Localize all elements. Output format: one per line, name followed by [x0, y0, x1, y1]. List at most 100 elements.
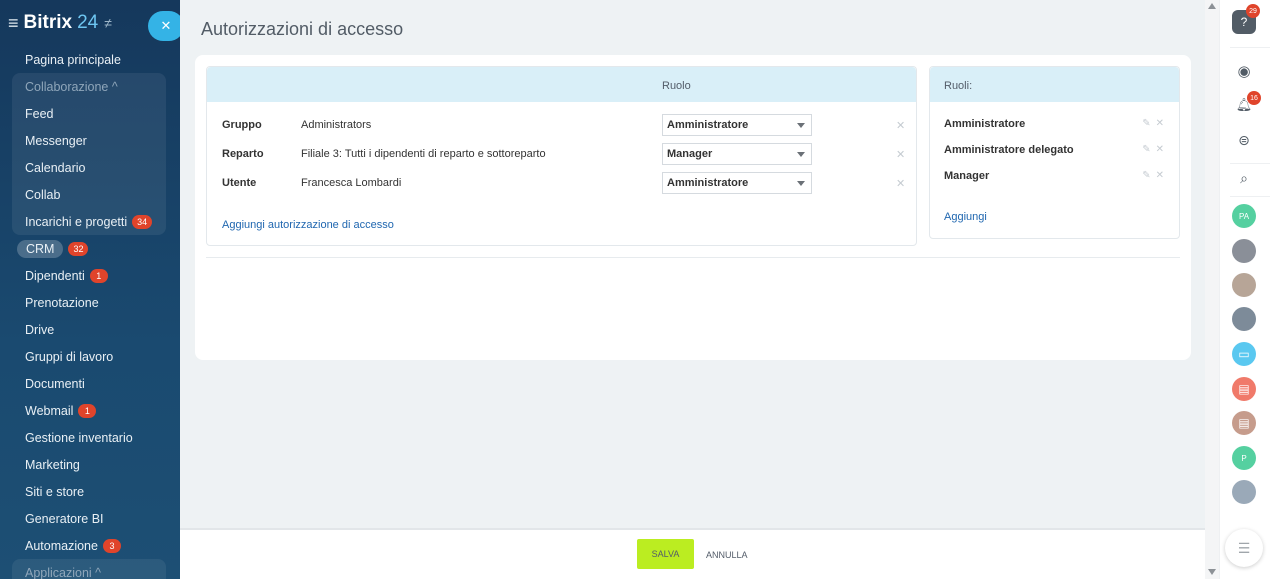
logo-version[interactable]: 24 — [77, 12, 98, 34]
role-select-value: Amministratore — [667, 119, 749, 131]
sidebar-item-automation[interactable]: Automazione 3 — [0, 532, 180, 559]
sidebar-item-home[interactable]: Pagina principale — [0, 46, 180, 73]
role-item[interactable]: Amministratore delegato ✎✕ — [944, 144, 1169, 156]
copilot-icon[interactable]: ◉ — [1232, 59, 1256, 83]
permission-subject: Filiale 3: Tutti i dipendenti di reparto… — [301, 148, 546, 160]
logo-name[interactable]: Bitrix — [24, 12, 73, 34]
search-icon[interactable]: ⌕ — [1232, 166, 1256, 190]
sidebar-item-label: Dipendenti — [25, 268, 85, 283]
permission-row: Utente Francesca Lombardi Amministratore… — [222, 172, 912, 194]
add-role-link[interactable]: Aggiungi — [944, 211, 987, 223]
save-button[interactable]: SALVA — [637, 539, 694, 569]
sidebar-item-label: Generatore BI — [25, 511, 104, 526]
close-sidebar-button[interactable]: ✕ — [148, 11, 180, 41]
page-scrollbar[interactable] — [1205, 0, 1219, 579]
employees-badge: 1 — [89, 268, 108, 283]
edit-delete-icons[interactable]: ✎✕ — [1142, 118, 1169, 129]
role-select-value: Amministratore — [667, 177, 749, 189]
sidebar-item-collab[interactable]: Collab — [12, 181, 166, 208]
left-sidebar: ≡ Bitrix 24 ≠ ✕ Pagina principale Collab… — [0, 0, 180, 579]
sidebar-item-bi[interactable]: Generatore BI — [0, 505, 180, 532]
sidebar-item-webmail[interactable]: Webmail 1 — [0, 397, 180, 424]
chevron-down-icon — [797, 152, 805, 157]
role-item[interactable]: Amministratore ✎✕ — [944, 118, 1169, 130]
avatar-group-icon[interactable] — [1232, 239, 1256, 263]
edit-delete-icons[interactable]: ✎✕ — [1142, 170, 1169, 181]
sidebar-item-feed[interactable]: Feed — [12, 100, 166, 127]
remove-row-icon[interactable]: ✕ — [896, 148, 905, 161]
avatar-user-icon[interactable] — [1232, 480, 1256, 504]
role-select[interactable]: Amministratore — [662, 172, 812, 194]
sidebar-item-label: Webmail — [25, 403, 74, 418]
sidebar-item-workgroups[interactable]: Gruppi di lavoro — [0, 343, 180, 370]
remove-row-icon[interactable]: ✕ — [896, 177, 905, 190]
separator — [1230, 47, 1270, 48]
avatar-user-icon[interactable] — [1232, 307, 1256, 331]
sidebar-item-inventory[interactable]: Gestione inventario — [0, 424, 180, 451]
role-select[interactable]: Amministratore — [662, 114, 812, 136]
add-permission-link[interactable]: Aggiungi autorizzazione di accesso — [222, 219, 394, 231]
collab-group: Collaborazione ^ Feed Messenger Calendar… — [12, 73, 166, 235]
sidebar-item-label: Calendario — [25, 160, 86, 175]
sidebar-item-label: CRM — [17, 239, 64, 258]
permissions-table: Ruolo Gruppo Administrators Amministrato… — [206, 66, 917, 246]
role-select[interactable]: Manager — [662, 143, 812, 165]
edit-delete-icons[interactable]: ✎✕ — [1142, 144, 1169, 155]
sidebar-item-booking[interactable]: Prenotazione — [0, 289, 180, 316]
sidebar-item-documents[interactable]: Documenti — [0, 370, 180, 397]
contact-card-icon[interactable]: ▤ — [1232, 411, 1256, 435]
role-item-label: Amministratore delegato — [944, 144, 1074, 156]
remove-row-icon[interactable]: ✕ — [896, 119, 905, 132]
webmail-badge: 1 — [78, 403, 97, 418]
sidebar-item-crm[interactable]: CRM 32 — [0, 235, 180, 262]
footer-bar: SALVA ANNULLA — [180, 528, 1205, 579]
sidebar-item-calendar[interactable]: Calendario — [12, 154, 166, 181]
sidebar-item-label: Feed — [25, 106, 54, 121]
divider — [206, 257, 1180, 258]
sidebar-item-label: Gestione inventario — [25, 430, 133, 445]
permissions-card: Ruolo Gruppo Administrators Amministrato… — [195, 55, 1191, 360]
scroll-up-icon[interactable] — [1208, 3, 1216, 9]
sidebar-item-label: Documenti — [25, 376, 85, 391]
sidebar-item-messenger[interactable]: Messenger — [12, 127, 166, 154]
chevron-down-icon — [797, 123, 805, 128]
sidebar-item-label: Drive — [25, 322, 55, 337]
avatar-pa[interactable]: PA — [1232, 204, 1256, 228]
chat-bubble-icon[interactable]: ▭ — [1232, 342, 1256, 366]
contact-card-icon[interactable]: ▤ — [1232, 377, 1256, 401]
role-select-value: Manager — [667, 148, 713, 160]
sidebar-item-label: Marketing — [25, 457, 80, 472]
chevron-down-icon — [797, 181, 805, 186]
sidebar-item-employees[interactable]: Dipendenti 1 — [0, 262, 180, 289]
permission-type: Utente — [222, 177, 257, 189]
main-area: Autorizzazioni di accesso Ruolo Gruppo A… — [180, 0, 1205, 579]
sidebar-item-label: Applicazioni ^ — [25, 565, 102, 579]
role-item-label: Amministratore — [944, 118, 1026, 130]
automation-badge: 3 — [102, 538, 121, 553]
chat-icon[interactable]: ⊜ — [1232, 128, 1256, 152]
menu-burger-icon[interactable]: ≡ — [8, 13, 19, 34]
sidebar-group-apps[interactable]: Applicazioni ^ — [12, 559, 166, 579]
avatar-p[interactable]: P — [1232, 446, 1256, 470]
permission-type: Gruppo — [222, 119, 262, 131]
sidebar-group-collab[interactable]: Collaborazione ^ — [12, 73, 166, 100]
pin-icon[interactable]: ≠ — [104, 15, 112, 31]
permission-row: Gruppo Administrators Amministratore ✕ — [222, 114, 912, 136]
help-badge: 29 — [1246, 4, 1260, 18]
sidebar-item-marketing[interactable]: Marketing — [0, 451, 180, 478]
scroll-down-icon[interactable] — [1208, 569, 1216, 575]
sidebar-item-label: Collaborazione ^ — [25, 79, 118, 94]
tasks-badge: 34 — [132, 214, 153, 229]
sidebar-menu: Pagina principale Collaborazione ^ Feed … — [0, 46, 180, 579]
role-item-label: Manager — [944, 170, 990, 182]
permission-type: Reparto — [222, 148, 264, 160]
sidebar-item-label: Prenotazione — [25, 295, 99, 310]
cancel-button[interactable]: ANNULLA — [706, 550, 748, 560]
role-item[interactable]: Manager ✎✕ — [944, 170, 1169, 182]
sidebar-item-sites[interactable]: Siti e store — [0, 478, 180, 505]
permission-row: Reparto Filiale 3: Tutti i dipendenti di… — [222, 143, 912, 165]
sidebar-item-drive[interactable]: Drive — [0, 316, 180, 343]
avatar-user-icon[interactable] — [1232, 273, 1256, 297]
sidebar-item-tasks[interactable]: Incarichi e progetti 34 — [12, 208, 166, 235]
list-menu-icon[interactable]: ☰ — [1225, 529, 1263, 567]
